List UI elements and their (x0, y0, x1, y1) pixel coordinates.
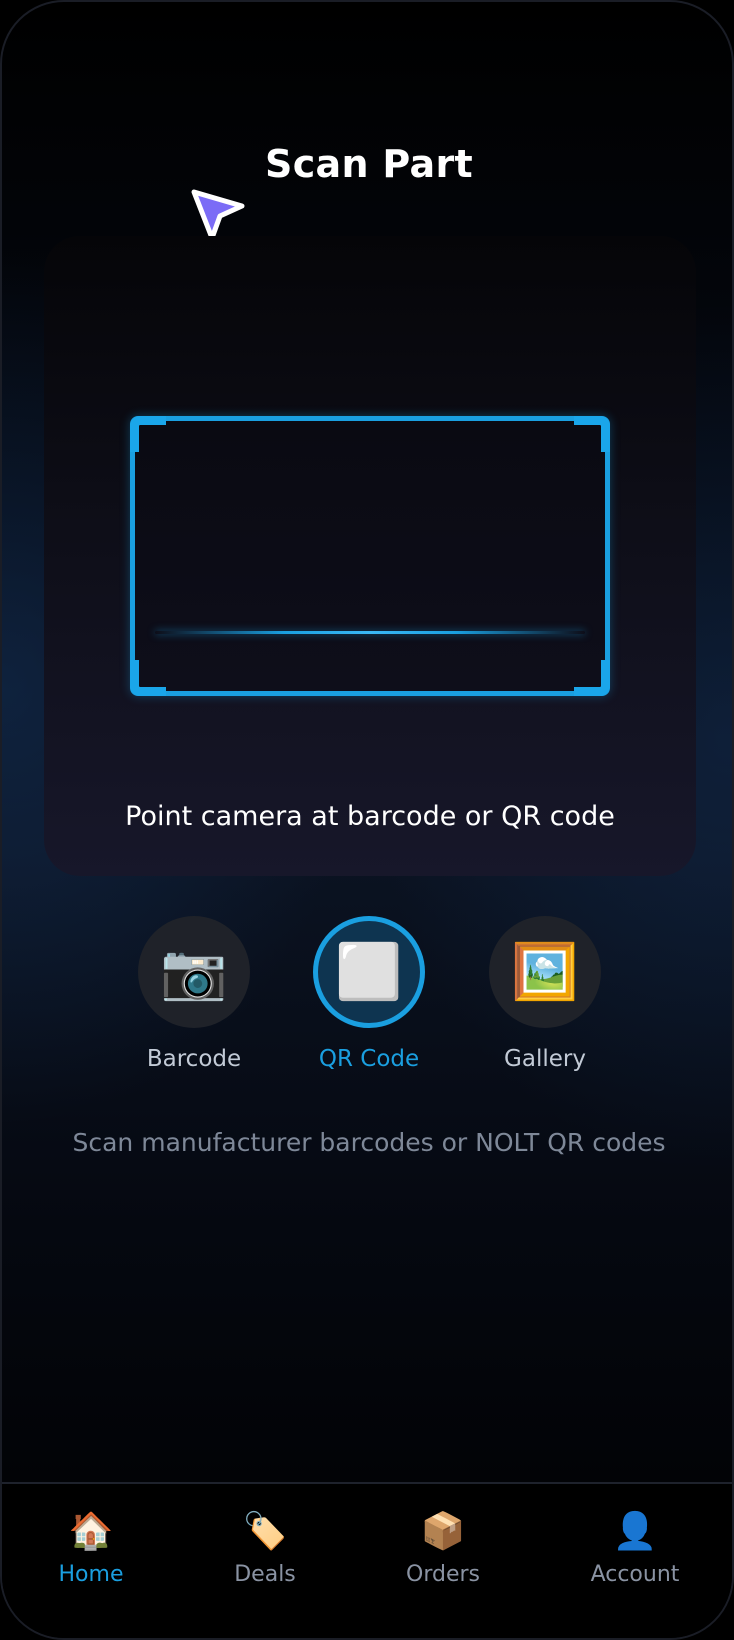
nav-label: Account (590, 1562, 680, 1587)
scan-frame-corner-top-right (574, 416, 610, 452)
nav-item-account[interactable]: 👤 Account (560, 1508, 710, 1587)
nav-label: Deals (234, 1562, 296, 1587)
nav-item-home[interactable]: 🏠 Home (16, 1508, 166, 1587)
mode-label: Gallery (504, 1046, 586, 1072)
picture-frame-icon: 🖼️ (489, 916, 601, 1028)
scan-frame-corner-bottom-left (130, 660, 166, 696)
scan-frame (130, 416, 610, 696)
camera-viewfinder[interactable]: Point camera at barcode or QR code (44, 236, 696, 876)
nav-item-deals[interactable]: 🏷️ Deals (190, 1508, 340, 1587)
nav-item-orders[interactable]: 📦 Orders (368, 1508, 518, 1587)
nav-label: Orders (406, 1562, 480, 1587)
scan-frame-corner-top-left (130, 416, 166, 452)
scan-frame-corner-bottom-right (574, 660, 610, 696)
scan-instruction: Point camera at barcode or QR code (125, 801, 615, 832)
house-icon: 🏠 (68, 1510, 114, 1551)
mode-qr-code-button[interactable]: ⬜ QR Code (289, 916, 449, 1072)
mode-barcode-button[interactable]: 📷 Barcode (114, 916, 274, 1072)
camera-icon: 📷 (138, 916, 250, 1028)
package-icon: 📦 (420, 1510, 466, 1551)
scan-hint: Scan manufacturer barcodes or NOLT QR co… (72, 1128, 666, 1157)
qr-square-icon: ⬜ (313, 916, 425, 1028)
bottom-navigation: 🏠 Home 🏷️ Deals 📦 Orders 👤 Account (2, 1482, 732, 1638)
mode-label: QR Code (318, 1046, 420, 1072)
page-title: Scan Part (265, 142, 473, 186)
mode-gallery-button[interactable]: 🖼️ Gallery (465, 916, 625, 1072)
tag-icon: 🏷️ (242, 1510, 288, 1551)
phone-screen: Scan Part Point camera at barcode or QR … (0, 0, 734, 1640)
nav-label: Home (58, 1562, 124, 1587)
scan-line (155, 631, 585, 634)
user-icon: 👤 (612, 1510, 658, 1551)
mode-label: Barcode (146, 1046, 242, 1072)
scan-mode-selector: 📷 Barcode ⬜ QR Code 🖼️ Gallery (2, 916, 732, 1086)
